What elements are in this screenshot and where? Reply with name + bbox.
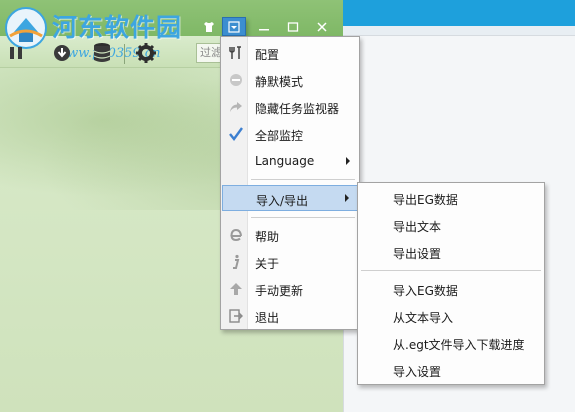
menu-item-label: 导出文本 [393,220,442,234]
toolbar-separator [124,44,125,64]
menu-item-hide-monitor[interactable]: 隐藏任务监视器 [222,95,358,119]
pause-icon [10,47,22,59]
menu-item-label: 从.egt文件导入下载进度 [393,338,525,352]
maximize-icon [287,21,299,32]
shirt-icon [204,21,214,32]
menu-item-monitor-all[interactable]: 全部监控 [222,122,358,146]
menu-item-label: 导出设置 [393,247,442,261]
wrench-fork-icon [227,44,245,62]
menu-separator [251,217,355,218]
submenu-arrow-icon [345,194,349,202]
exit-icon [227,307,245,325]
menu-item-silent-mode[interactable]: 静默模式 [222,68,358,92]
menu-item-exit[interactable]: 退出 [222,304,358,328]
minimize-button[interactable] [252,17,276,36]
menu-item-label: 帮助 [255,230,280,244]
submenu-item-export-settings[interactable]: 导出设置 [359,240,543,264]
import-export-submenu: 导出EG数据 导出文本 导出设置 导入EG数据 从文本导入 从.egt文件导入下… [357,182,545,385]
toolbar-button-download[interactable] [50,41,74,65]
checkmark-icon [227,125,245,143]
gear-icon [136,43,156,63]
main-menu-button[interactable] [222,17,246,36]
main-dropdown-menu: 配置 静默模式 隐藏任务监视器 全部监控 Language 导入/导出 帮助 关… [220,36,360,330]
menu-item-about[interactable]: 关于 [222,250,358,274]
toolbar-button-settings[interactable] [134,41,158,65]
menu-item-label: 配置 [255,48,280,62]
submenu-arrow-icon [346,157,350,165]
menu-separator [251,179,355,180]
e-help-icon [227,226,245,244]
menu-item-import-export[interactable]: 导入/导出 [222,185,358,211]
menu-item-label: 手动更新 [255,284,304,298]
skin-button[interactable] [197,17,221,36]
share-arrow-icon [227,98,245,116]
toolbar-button-pause[interactable] [4,41,28,65]
menu-item-label: 导入EG数据 [393,284,458,298]
menu-item-label: 导入设置 [393,365,442,379]
minimize-icon [259,28,269,30]
menu-item-config[interactable]: 配置 [222,41,358,65]
menu-item-label: 从文本导入 [393,311,454,325]
download-icon [54,45,70,61]
menu-item-label: 退出 [255,311,280,325]
secondary-window-toolbar [343,26,575,36]
menu-item-label: 导出EG数据 [393,193,458,207]
filter-input[interactable]: 过滤 [196,43,222,63]
close-button[interactable] [310,17,334,36]
maximize-button[interactable] [281,17,305,36]
menu-separator [361,270,541,271]
submenu-item-import-text[interactable]: 从文本导入 [359,304,543,328]
submenu-item-export-text[interactable]: 导出文本 [359,213,543,237]
up-arrow-icon [227,280,245,298]
database-icon [93,43,111,62]
menu-item-label: 导入/导出 [256,194,309,208]
submenu-item-export-eg-data[interactable]: 导出EG数据 [359,186,543,210]
submenu-item-import-settings[interactable]: 导入设置 [359,358,543,382]
menu-item-label: Language [255,154,315,168]
toolbar-button-database[interactable] [90,41,114,65]
menu-item-language[interactable]: Language [222,149,358,173]
menu-dropdown-icon [228,20,240,33]
close-icon [317,21,327,32]
menu-item-label: 全部监控 [255,129,304,143]
menu-item-label: 静默模式 [255,75,304,89]
submenu-item-import-eg-data[interactable]: 导入EG数据 [359,277,543,301]
submenu-item-import-egt-progress[interactable]: 从.egt文件导入下载进度 [359,331,543,355]
info-icon [227,253,245,271]
menu-item-manual-update[interactable]: 手动更新 [222,277,358,301]
no-entry-icon [227,71,245,89]
watermark-title: 河东软件园 [52,13,183,42]
menu-item-label: 关于 [255,257,280,271]
menu-item-label: 隐藏任务监视器 [255,102,340,116]
secondary-window-titlebar [343,0,575,26]
menu-item-help[interactable]: 帮助 [222,223,358,247]
